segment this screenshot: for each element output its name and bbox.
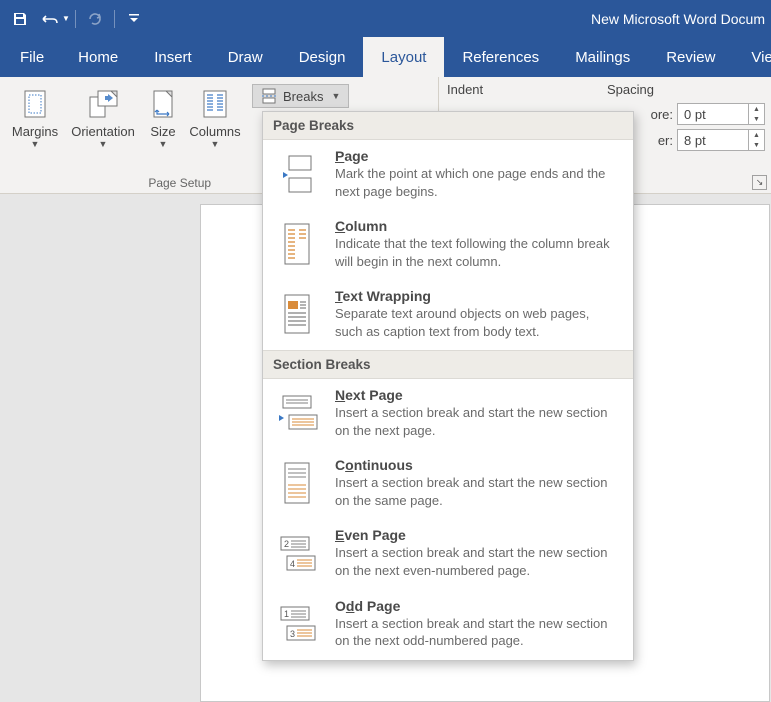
indent-heading: Indent	[445, 77, 605, 101]
margins-button[interactable]: Margins ▼	[6, 83, 64, 149]
breaks-button[interactable]: Breaks ▼	[252, 84, 349, 108]
breaks-item-title: Odd Page	[335, 598, 617, 614]
breaks-item-desc: Mark the point at which one page ends an…	[335, 165, 617, 200]
breaks-icon	[261, 88, 277, 104]
breaks-item-title: Next Page	[335, 387, 617, 403]
chevron-down-icon: ▼	[159, 139, 168, 149]
customize-qat-button[interactable]	[120, 6, 148, 32]
breaks-item-desc: Separate text around objects on web page…	[335, 305, 617, 340]
chevron-down-icon: ▼	[99, 139, 108, 149]
orientation-button[interactable]: Orientation ▼	[64, 83, 142, 149]
qat-separator	[114, 10, 115, 28]
spin-down-icon[interactable]: ▼	[749, 114, 764, 124]
breaks-item-page[interactable]: Page Mark the point at which one page en…	[263, 140, 633, 210]
page-setup-group-label: Page Setup	[148, 176, 211, 193]
chevron-down-icon: ▼	[331, 91, 340, 101]
spacing-after-label: er:	[645, 133, 673, 148]
breaks-item-title: Page	[335, 148, 617, 164]
breaks-item-odd-page[interactable]: 1 3 Odd Page Insert a section break and …	[263, 590, 633, 660]
size-label: Size	[150, 124, 175, 139]
breaks-label: Breaks	[283, 89, 323, 104]
spacing-before-value: 0 pt	[684, 107, 706, 122]
breaks-item-title: Column	[335, 218, 617, 234]
save-button[interactable]	[6, 6, 34, 32]
breaks-item-desc: Insert a section break and start the new…	[335, 404, 617, 439]
orientation-label: Orientation	[71, 124, 135, 139]
spacing-heading: Spacing	[605, 77, 654, 101]
even-page-icon: 2 4	[275, 534, 319, 574]
svg-text:2: 2	[284, 539, 289, 549]
margins-icon	[19, 88, 51, 120]
chevron-down-icon: ▼	[31, 139, 40, 149]
breaks-item-desc: Insert a section break and start the new…	[335, 544, 617, 579]
breaks-item-title: Continuous	[335, 457, 617, 473]
title-bar: ▼ New Microsoft Word Docum	[0, 0, 771, 37]
breaks-item-desc: Indicate that the text following the col…	[335, 235, 617, 270]
undo-icon	[40, 12, 60, 26]
breaks-item-text-wrapping[interactable]: Text Wrapping Separate text around objec…	[263, 280, 633, 350]
undo-dropdown-icon[interactable]: ▼	[62, 14, 70, 23]
breaks-item-column[interactable]: Column Indicate that the text following …	[263, 210, 633, 280]
save-icon	[12, 11, 28, 27]
breaks-item-desc: Insert a section break and start the new…	[335, 615, 617, 650]
column-break-icon	[279, 222, 315, 266]
page-break-icon	[277, 154, 317, 194]
columns-label: Columns	[189, 124, 240, 139]
quick-access-toolbar: ▼	[6, 6, 148, 32]
svg-text:1: 1	[284, 609, 289, 619]
margins-label: Margins	[12, 124, 58, 139]
orientation-icon	[86, 88, 120, 120]
breaks-item-continuous[interactable]: Continuous Insert a section break and st…	[263, 449, 633, 519]
chevron-down-icon	[129, 14, 139, 24]
breaks-item-even-page[interactable]: 2 4 Even Page Insert a section break and…	[263, 519, 633, 589]
tab-view[interactable]: View	[733, 37, 771, 77]
tab-references[interactable]: References	[444, 37, 557, 77]
breaks-item-desc: Insert a section break and start the new…	[335, 474, 617, 509]
spin-down-icon[interactable]: ▼	[749, 140, 764, 150]
tab-home[interactable]: Home	[60, 37, 136, 77]
spacing-after-value: 8 pt	[684, 133, 706, 148]
paragraph-dialog-launcher[interactable]: ↘	[752, 175, 767, 190]
tab-review[interactable]: Review	[648, 37, 733, 77]
page-breaks-heading: Page Breaks	[263, 112, 633, 140]
svg-text:3: 3	[290, 629, 295, 639]
spacing-before-input[interactable]: 0 pt ▲▼	[677, 103, 765, 125]
tab-draw[interactable]: Draw	[210, 37, 281, 77]
continuous-icon	[279, 461, 315, 505]
spin-up-icon[interactable]: ▲	[749, 130, 764, 140]
columns-button[interactable]: Columns ▼	[184, 83, 246, 149]
svg-text:4: 4	[290, 559, 295, 569]
tab-design[interactable]: Design	[281, 37, 364, 77]
text-wrapping-icon	[279, 293, 315, 335]
ribbon-tabstrip: File Home Insert Draw Design Layout Refe…	[0, 37, 771, 77]
next-page-icon	[275, 393, 319, 433]
size-button[interactable]: Size ▼	[142, 83, 184, 149]
spacing-after-input[interactable]: 8 pt ▲▼	[677, 129, 765, 151]
undo-button[interactable]	[36, 6, 64, 32]
breaks-item-title: Even Page	[335, 527, 617, 543]
size-icon	[149, 88, 177, 120]
chevron-down-icon: ▼	[211, 139, 220, 149]
breaks-item-title: Text Wrapping	[335, 288, 617, 304]
spin-up-icon[interactable]: ▲	[749, 104, 764, 114]
odd-page-icon: 1 3	[275, 604, 319, 644]
section-breaks-heading: Section Breaks	[263, 350, 633, 379]
tab-insert[interactable]: Insert	[136, 37, 210, 77]
redo-icon	[87, 11, 103, 27]
columns-icon	[200, 88, 230, 120]
document-title: New Microsoft Word Docum	[148, 11, 765, 27]
tab-file[interactable]: File	[6, 37, 60, 77]
breaks-item-next-page[interactable]: Next Page Insert a section break and sta…	[263, 379, 633, 449]
tab-mailings[interactable]: Mailings	[557, 37, 648, 77]
spacing-before-label: ore:	[645, 107, 673, 122]
redo-button[interactable]	[81, 6, 109, 32]
qat-separator	[75, 10, 76, 28]
tab-layout[interactable]: Layout	[363, 37, 444, 77]
breaks-dropdown: Page Breaks Page Mark the point at which…	[262, 111, 634, 661]
